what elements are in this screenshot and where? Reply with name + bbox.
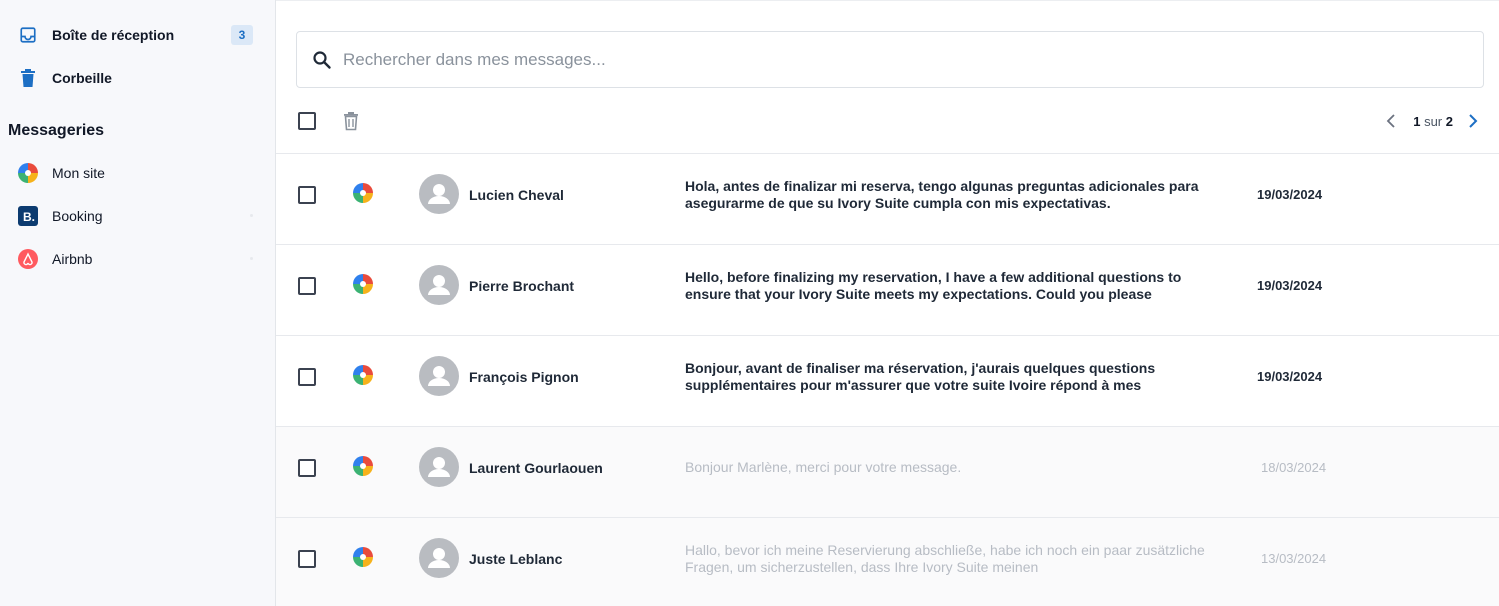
row-checkbox[interactable] [298, 186, 316, 204]
avatar [419, 174, 459, 214]
sidebar-item-label: Booking [52, 208, 103, 224]
avatar [419, 265, 459, 305]
chevron-right-icon [1469, 114, 1478, 128]
message-preview: Hallo, bevor ich meine Reservierung absc… [685, 542, 1205, 575]
booking-logo-icon: B. [16, 204, 40, 228]
previous-page-button[interactable] [1381, 110, 1403, 132]
message-list-panel: 1 sur 2 Lucien Cheval Hola, [276, 0, 1499, 606]
message-list: Lucien Cheval Hola, antes de finalizar m… [276, 153, 1499, 606]
message-preview: Bonjour, avant de finaliser ma réservati… [685, 360, 1156, 393]
sidebar: Boîte de réception 3 Corbeille Messageri… [0, 0, 276, 606]
trash-icon [16, 66, 40, 90]
message-date: 19/03/2024 [1257, 278, 1323, 293]
user-icon [428, 184, 450, 204]
divider-dot [250, 257, 253, 260]
sidebar-item-mon-site[interactable]: Mon site [8, 155, 261, 191]
airbnb-logo-icon [16, 247, 40, 271]
avatar [419, 538, 459, 578]
delete-selected-button[interactable] [340, 110, 362, 132]
colorful-site-logo-icon [353, 274, 373, 294]
sidebar-item-label: Mon site [52, 165, 105, 181]
message-preview: Hola, antes de finalizar mi reserva, ten… [685, 178, 1199, 211]
message-row[interactable]: Laurent Gourlaouen Bonjour Marlène, merc… [276, 426, 1499, 517]
row-checkbox[interactable] [298, 459, 316, 477]
sender-name: Laurent Gourlaouen [469, 460, 603, 476]
message-date: 19/03/2024 [1257, 369, 1323, 384]
sidebar-item-airbnb[interactable]: Airbnb [8, 241, 261, 277]
page-separator: sur [1424, 113, 1443, 129]
sender-name: François Pignon [469, 369, 579, 385]
sender-name: Pierre Brochant [469, 278, 575, 294]
user-icon [428, 275, 450, 295]
total-pages: 2 [1445, 113, 1453, 129]
inbox-icon [16, 23, 40, 47]
sidebar-item-label: Boîte de réception [52, 27, 175, 43]
sidebar-item-label: Corbeille [52, 70, 112, 86]
search-icon [312, 50, 332, 70]
app: Boîte de réception 3 Corbeille Messageri… [0, 0, 1499, 606]
search-bar [296, 31, 1484, 88]
row-checkbox[interactable] [298, 277, 316, 295]
search-input[interactable] [343, 49, 1443, 70]
message-row[interactable]: Lucien Cheval Hola, antes de finalizar m… [276, 153, 1499, 244]
message-preview: Hello, before finalizing my reservation,… [685, 269, 1182, 302]
user-icon [428, 548, 450, 568]
colorful-site-logo-icon [353, 183, 373, 203]
section-title: Messageries [8, 122, 105, 139]
page-indicator: 1 sur 2 [1413, 114, 1453, 129]
divider-dot [250, 214, 253, 217]
unread-count-badge: 3 [231, 25, 253, 45]
message-preview: Bonjour Marlène, merci pour votre messag… [685, 459, 962, 475]
colorful-site-logo-icon [16, 161, 40, 185]
message-date: 18/03/2024 [1261, 460, 1327, 475]
sender-name: Lucien Cheval [469, 187, 564, 203]
chevron-left-icon [1386, 114, 1395, 128]
list-toolbar: 1 sur 2 [276, 101, 1499, 141]
message-date: 13/03/2024 [1261, 551, 1327, 566]
current-page: 1 [1413, 113, 1421, 129]
trash-icon [344, 112, 358, 131]
svg-text:B.: B. [23, 210, 35, 224]
avatar [419, 356, 459, 396]
row-checkbox[interactable] [298, 550, 316, 568]
colorful-site-logo-icon [353, 456, 373, 476]
sender-name: Juste Leblanc [469, 551, 563, 567]
user-icon [428, 366, 450, 386]
message-row[interactable]: Juste Leblanc Hallo, bevor ich meine Res… [276, 517, 1499, 606]
message-row[interactable]: Pierre Brochant Hello, before finalizing… [276, 244, 1499, 335]
avatar [419, 447, 459, 487]
sidebar-item-label: Airbnb [52, 251, 93, 267]
sidebar-item-booking[interactable]: B. Booking [8, 198, 261, 234]
next-page-button[interactable] [1461, 110, 1483, 132]
select-all-checkbox[interactable] [298, 112, 316, 130]
colorful-site-logo-icon [353, 365, 373, 385]
message-date: 19/03/2024 [1257, 187, 1323, 202]
colorful-site-logo-icon [353, 547, 373, 567]
message-row[interactable]: François Pignon Bonjour, avant de finali… [276, 335, 1499, 426]
pagination: 1 sur 2 [1381, 109, 1483, 133]
sidebar-item-inbox[interactable]: Boîte de réception 3 [8, 17, 261, 53]
sidebar-item-trash[interactable]: Corbeille [8, 60, 261, 96]
row-checkbox[interactable] [298, 368, 316, 386]
user-icon [428, 457, 450, 477]
